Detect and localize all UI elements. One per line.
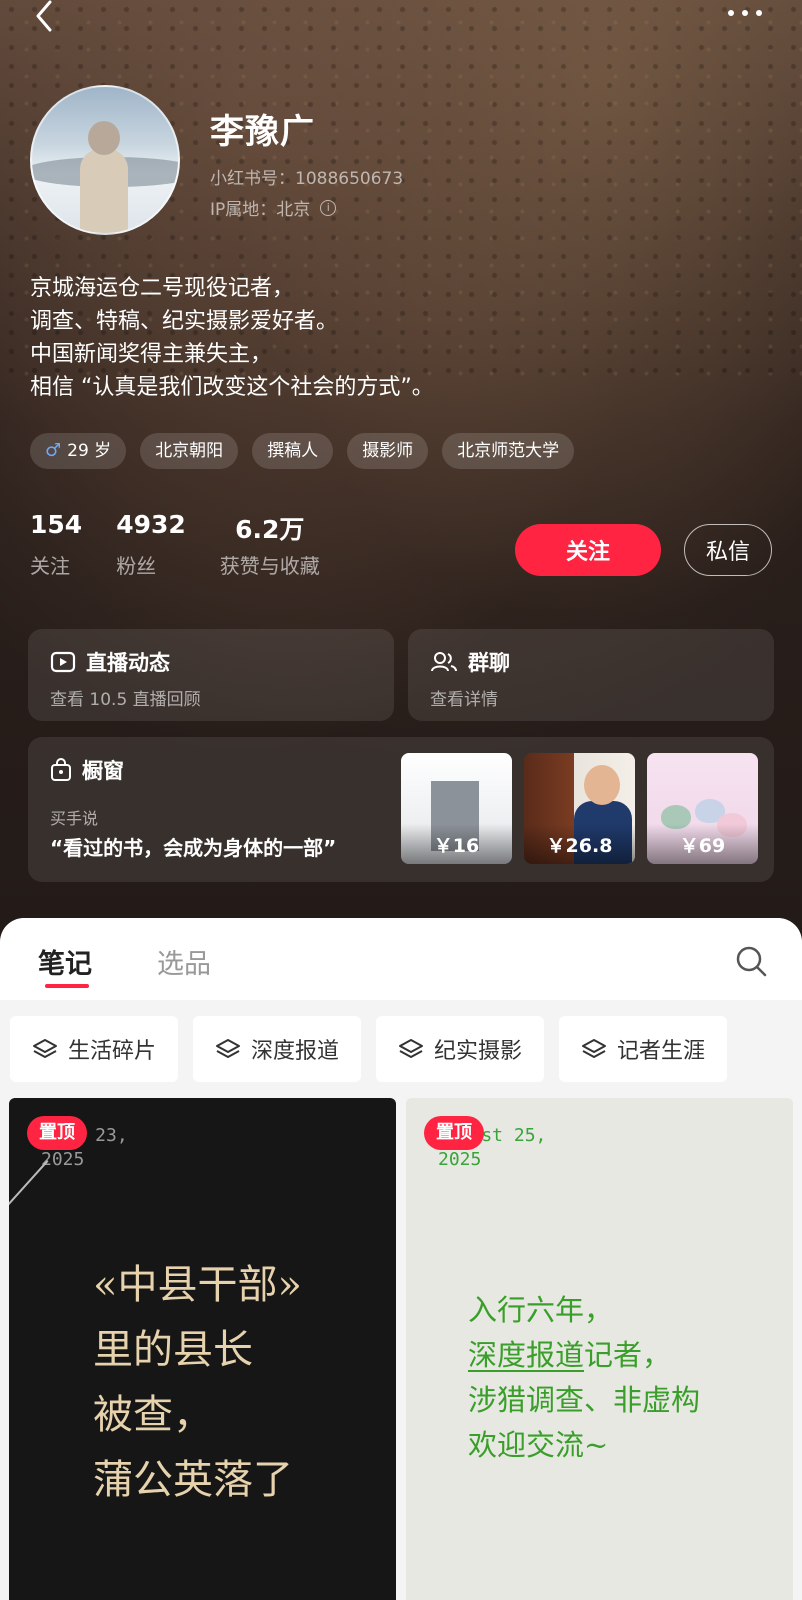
category-chip[interactable]: 纪实摄影 <box>376 1016 545 1082</box>
stat-label: 获赞与收藏 <box>219 554 320 578</box>
note-date-line: 2025 <box>438 1149 482 1170</box>
tag-school: 北京师范大学 <box>442 433 575 469</box>
tag-age: ♂ 29 岁 <box>30 433 127 469</box>
live-card[interactable]: 直播动态 查看 10.5 直播回顾 <box>28 629 394 721</box>
bio-line: 中国新闻奖得主兼失主， <box>30 342 273 367</box>
category-label: 生活碎片 <box>68 1039 157 1064</box>
profile-tags: ♂ 29 岁 北京朝阳 撰稿人 摄影师 北京师范大学 <box>30 433 575 469</box>
product-price: ￥69 <box>647 824 758 864</box>
pinned-badge: 置顶 <box>27 1116 87 1150</box>
tag-occupation-2: 摄影师 <box>347 433 429 469</box>
category-label: 纪实摄影 <box>434 1039 523 1064</box>
search-icon[interactable] <box>734 944 768 978</box>
layers-icon <box>33 1039 57 1058</box>
ip-location: IP属地：北京 i <box>210 195 337 220</box>
back-icon[interactable] <box>30 0 60 34</box>
bio-line: 相信 “认真是我们改变这个社会的方式”。 <box>30 375 434 400</box>
bio-line: 调查、特稿、纪实摄影爱好者。 <box>30 309 339 334</box>
live-card-subtitle: 查看 10.5 直播回顾 <box>50 690 201 710</box>
layers-icon <box>216 1039 241 1058</box>
live-video-icon <box>50 651 76 673</box>
category-chips: 生活碎片 深度报道 纪实摄影 记者生涯 <box>10 1016 728 1082</box>
follow-button[interactable]: 关注 <box>515 524 661 576</box>
stat-value: 6.2万 <box>235 515 305 544</box>
note-cover-line: 欢迎交流~ <box>468 1428 609 1462</box>
tab-notes[interactable]: 笔记 <box>38 942 92 981</box>
male-icon: ♂ <box>45 440 62 461</box>
bio: 京城海运仓二号现役记者， 调查、特稿、纪实摄影爱好者。 中国新闻奖得主兼失主， … <box>30 272 750 404</box>
live-card-title: 直播动态 <box>50 647 170 677</box>
message-button[interactable]: 私信 <box>684 524 772 576</box>
stat-likes[interactable]: 6.2万 获赞与收藏 <box>220 510 320 579</box>
note-card[interactable]: st 25, 2025 置顶 入行六年， 深度报道记者， 涉猎调查、非虚构 欢迎… <box>406 1098 793 1600</box>
note-cover-line: 蒲公英落了 <box>93 1457 293 1503</box>
pinned-badge: 置顶 <box>424 1116 484 1150</box>
content-sheet: 笔记 选品 生活碎片 深度报道 纪实摄影 记者生涯 l 23, 2025 <box>0 918 802 1600</box>
person-face-image <box>584 765 620 805</box>
tabs-bar: 笔记 选品 <box>0 918 802 1000</box>
tag-label: 29 岁 <box>67 441 112 461</box>
product-item[interactable]: ￥26.8 <box>524 753 635 864</box>
shopping-bag-icon <box>51 758 71 781</box>
note-cover-line: 入行六年， <box>468 1293 614 1327</box>
note-cover-fragment: 记者， <box>584 1338 672 1372</box>
category-chip[interactable]: 深度报道 <box>193 1016 362 1082</box>
category-label: 深度报道 <box>251 1039 340 1064</box>
tag-occupation: 撰稿人 <box>252 433 334 469</box>
more-dots-icon[interactable] <box>728 6 772 20</box>
stat-followers[interactable]: 4932 粉丝 <box>116 510 186 579</box>
shop-subtitle: 买手说 <box>50 809 99 828</box>
tag-location: 北京朝阳 <box>140 433 239 469</box>
stat-label: 粉丝 <box>116 554 157 578</box>
profile-name: 李豫广 <box>210 112 315 152</box>
info-icon[interactable]: i <box>320 199 337 216</box>
decorative-slash <box>9 1160 49 1208</box>
note-cover-line: «中县干部» <box>93 1262 302 1308</box>
group-card-title: 群聊 <box>430 647 510 677</box>
layers-icon <box>582 1039 607 1058</box>
stat-following[interactable]: 154 关注 <box>30 510 82 579</box>
avatar[interactable] <box>30 85 180 235</box>
layers-icon <box>399 1039 424 1058</box>
live-title-text: 直播动态 <box>86 651 170 675</box>
stat-value: 154 <box>30 510 83 539</box>
note-cover-line: 里的县长 <box>93 1327 253 1373</box>
product-item[interactable]: ￥69 <box>647 753 758 864</box>
bio-line: 京城海运仓二号现役记者， <box>30 276 295 301</box>
stats: 154 关注 4932 粉丝 6.2万 获赞与收藏 <box>30 510 354 579</box>
group-users-icon <box>431 652 457 672</box>
product-price: ￥16 <box>401 824 512 864</box>
category-chip[interactable]: 记者生涯 <box>559 1016 728 1082</box>
note-cover-line: 深度报道记者， <box>468 1333 700 1378</box>
note-cover-text: «中县干部» 里的县长 被查， 蒲公英落了 <box>93 1253 302 1513</box>
shop-title-text: 橱窗 <box>82 759 124 783</box>
note-cover-underlined: 深度报道 <box>468 1338 585 1372</box>
product-item[interactable]: ￥16 <box>401 753 512 864</box>
note-cover-line: 被查， <box>93 1392 213 1438</box>
stat-value: 4932 <box>116 510 186 539</box>
stat-label: 关注 <box>30 554 70 578</box>
red-id[interactable]: 小红书号：1088650673 <box>210 164 403 189</box>
group-card-subtitle: 查看详情 <box>430 690 498 710</box>
active-tab-indicator <box>45 984 89 988</box>
note-date-line: 2025 <box>41 1149 85 1170</box>
note-card[interactable]: l 23, 2025 置顶 «中县干部» 里的县长 被查， 蒲公英落了 <box>9 1098 396 1600</box>
product-list: ￥16 ￥26.8 ￥69 <box>401 753 758 864</box>
note-cover-text: 入行六年， 深度报道记者， 涉猎调查、非虚构 欢迎交流~ <box>468 1288 700 1468</box>
shop-quote: “看过的书，会成为身体的一部” <box>50 836 337 860</box>
top-bar <box>0 0 802 40</box>
note-cover-line: 涉猎调查、非虚构 <box>468 1383 701 1417</box>
category-chip[interactable]: 生活碎片 <box>10 1016 179 1082</box>
shop-window-card[interactable]: 橱窗 买手说 “看过的书，会成为身体的一部” ￥16 ￥26.8 ￥69 <box>28 737 774 882</box>
shop-title: 橱窗 <box>50 755 124 785</box>
tab-selections[interactable]: 选品 <box>157 942 211 981</box>
group-chat-card[interactable]: 群聊 查看详情 <box>408 629 774 721</box>
group-title-text: 群聊 <box>468 651 510 675</box>
product-price: ￥26.8 <box>524 824 635 864</box>
category-label: 记者生涯 <box>617 1039 706 1064</box>
ip-location-text: IP属地：北京 <box>210 200 311 220</box>
